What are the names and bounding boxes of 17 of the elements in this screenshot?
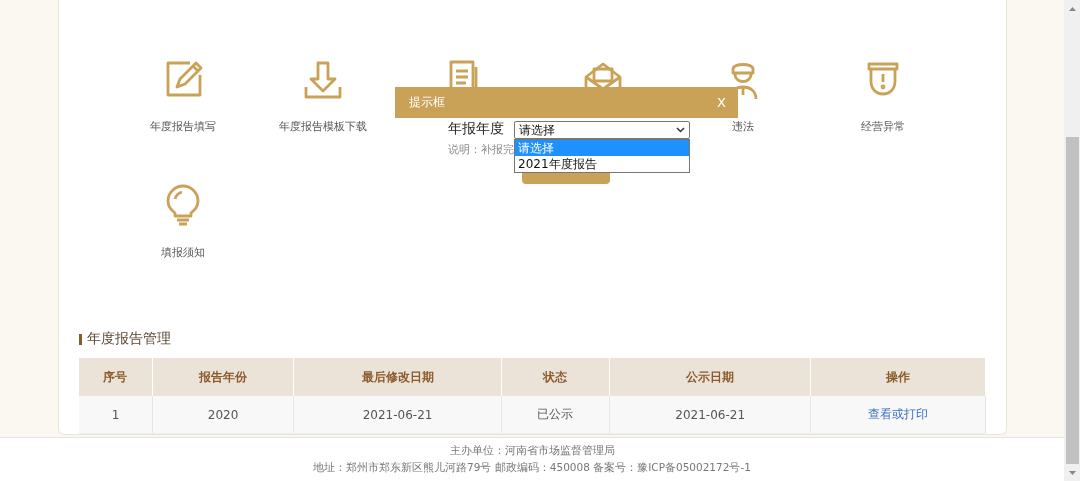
column-header: 序号 (79, 358, 153, 396)
section-title: 年度报告管理 (87, 330, 171, 348)
table-cell: 2021-06-21 (293, 396, 502, 434)
table-cell: 2020 (152, 396, 294, 434)
table-cell: 已公示 (501, 396, 610, 434)
column-header: 操作 (810, 358, 986, 396)
footer-text: 地址：郑州市郑东新区熊儿河路79号 邮政编码：450008 备案号：豫ICP备05002172号-1 (313, 461, 751, 475)
dialog-title: 提示框 (409, 94, 445, 111)
column-header: 报告年份 (152, 358, 294, 396)
table-cell: 2021-06-21 (609, 396, 811, 434)
column-header: 状态 (501, 358, 610, 396)
note-text: 说明：补报完 (448, 142, 514, 157)
field-label: 年报年度 (448, 120, 504, 138)
column-header: 公示日期 (609, 358, 811, 396)
footer-text: 主办单位：河南省市场监督管理局 (449, 444, 615, 458)
table-cell: 1 (79, 396, 153, 434)
column-header: 最后修改日期 (293, 358, 502, 396)
